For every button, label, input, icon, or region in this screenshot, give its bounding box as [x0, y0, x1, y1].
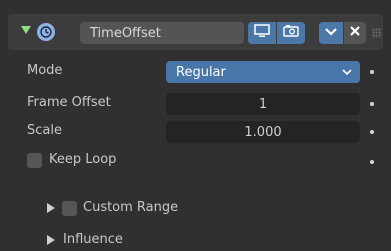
frame-offset-label: Frame Offset	[27, 95, 111, 110]
mode-value: Regular	[176, 64, 226, 80]
custom-range-checkbox[interactable]	[62, 201, 77, 216]
close-icon	[349, 25, 361, 41]
keep-loop-checkbox[interactable]	[27, 153, 42, 168]
modifier-options-dropdown[interactable]	[319, 22, 343, 44]
collapse-triangle-icon[interactable]	[21, 26, 31, 34]
modifier-header	[8, 14, 383, 50]
timeoffset-modifier-icon	[37, 23, 55, 41]
keep-loop-label[interactable]: Keep Loop	[49, 152, 116, 167]
modifier-name-input[interactable]	[80, 22, 244, 44]
mode-dropdown[interactable]: Regular	[166, 61, 360, 83]
influence-subpanel-header[interactable]: Influence	[63, 232, 123, 247]
frame-offset-value: 1	[258, 96, 268, 112]
scale-field[interactable]: 1.000	[166, 121, 360, 143]
camera-icon	[283, 24, 299, 42]
modifier-name-field[interactable]	[80, 22, 244, 44]
show-in-render-button[interactable]	[277, 22, 305, 44]
expand-triangle-icon[interactable]	[47, 203, 55, 213]
keyframe-dot[interactable]	[370, 130, 374, 134]
chevron-down-icon	[342, 65, 352, 80]
drag-grip-icon[interactable]	[372, 28, 382, 38]
show-in-viewport-button[interactable]	[248, 22, 276, 44]
mode-label: Mode	[27, 63, 63, 78]
expand-triangle-icon[interactable]	[47, 235, 55, 245]
keyframe-dot[interactable]	[370, 102, 374, 106]
keyframe-dot[interactable]	[370, 160, 374, 164]
scale-value: 1.000	[244, 124, 282, 140]
monitor-icon	[254, 24, 270, 42]
frame-offset-field[interactable]: 1	[166, 93, 360, 115]
scale-label: Scale	[27, 123, 62, 138]
modifier-panel: Mode Regular Frame Offset 1 Scale 1.000 …	[0, 0, 391, 251]
chevron-down-icon	[324, 26, 338, 41]
custom-range-label[interactable]: Custom Range	[83, 200, 178, 215]
keyframe-dot[interactable]	[370, 70, 374, 74]
remove-modifier-button[interactable]	[344, 22, 366, 44]
